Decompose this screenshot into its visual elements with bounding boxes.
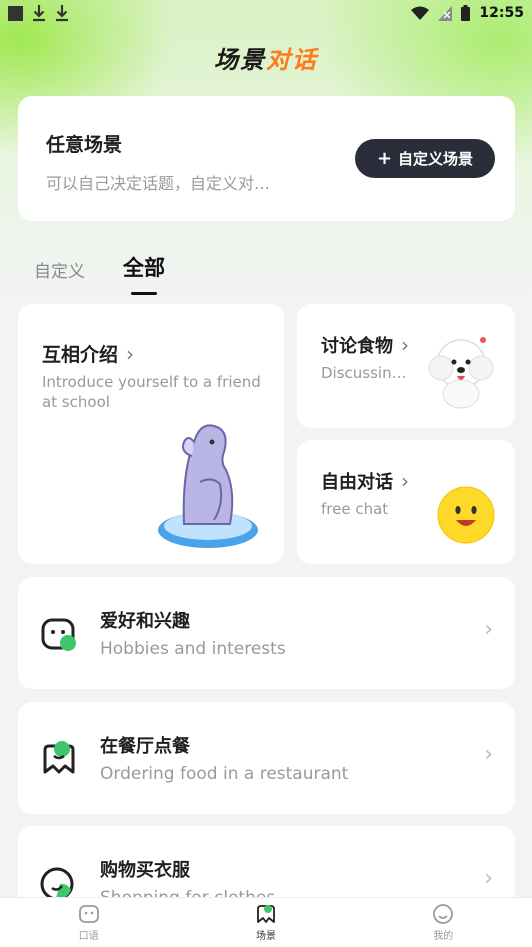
- tab-all[interactable]: 全部: [123, 252, 165, 295]
- speaking-icon: [78, 905, 99, 923]
- food-scene-title: 讨论食物 ›: [321, 333, 409, 357]
- nav-scene-label: 场景: [255, 931, 276, 942]
- dog-illustration: [428, 337, 494, 409]
- tab-custom[interactable]: 自定义: [34, 257, 85, 282]
- any-scene-title: 任意场景: [46, 134, 123, 156]
- list-item[interactable]: 爱好和兴趣 Hobbies and interests ›: [18, 577, 515, 689]
- list-item-title: 在餐厅点餐: [100, 736, 190, 757]
- dining-icon: [43, 741, 75, 774]
- wifi-icon: [411, 6, 430, 20]
- download-icon: [33, 5, 45, 22]
- chevron-right-icon: ›: [401, 469, 409, 493]
- status-time: 12:55: [479, 5, 524, 21]
- scene-tabs: 自定义 全部: [34, 252, 165, 295]
- scene-icon: [257, 905, 275, 923]
- intro-scene-subtitle: Introduce yourself to a friend at school: [42, 373, 261, 411]
- food-scene-card[interactable]: 讨论食物 › Discussing food: [297, 304, 515, 428]
- list-item[interactable]: 在餐厅点餐 Ordering food in a restaurant ›: [18, 702, 515, 814]
- battery-icon: [461, 5, 471, 21]
- list-item-subtitle: Hobbies and interests: [100, 639, 286, 659]
- free-chat-subtitle: free chat: [321, 500, 389, 518]
- custom-scene-button-label: 自定义场景: [398, 150, 474, 168]
- bottom-nav: 口语 场景 我的: [0, 897, 532, 947]
- food-scene-subtitle: Discussing food: [321, 364, 413, 382]
- notification-icon: [8, 5, 23, 21]
- chat-face-icon: [41, 618, 76, 651]
- list-item-title: 爱好和兴趣: [100, 611, 190, 632]
- free-chat-card[interactable]: 自由对话 › free chat: [297, 440, 515, 564]
- intro-scene-card[interactable]: 互相介绍 › Introduce yourself to a friend at…: [18, 304, 284, 564]
- chevron-right-icon: ›: [484, 742, 493, 767]
- nav-speaking[interactable]: 口语: [0, 898, 177, 947]
- nav-profile[interactable]: 我的: [355, 898, 532, 947]
- nav-scene[interactable]: 场景: [177, 898, 354, 947]
- chevron-right-icon: ›: [484, 866, 493, 891]
- status-bar: 12:55: [0, 0, 532, 26]
- any-scene-subtitle: 可以自己决定话题，自定义对…: [46, 174, 271, 193]
- list-item-subtitle: Ordering food in a restaurant: [100, 764, 349, 784]
- merlion-illustration: [158, 424, 258, 548]
- page-title: 场景对话: [214, 46, 318, 74]
- no-signal-icon: [438, 5, 453, 21]
- profile-icon: [433, 904, 454, 924]
- plus-icon: +: [376, 148, 393, 169]
- chevron-right-icon: ›: [401, 333, 409, 357]
- chevron-right-icon: ›: [484, 617, 493, 642]
- nav-speaking-label: 口语: [78, 931, 99, 942]
- free-chat-title: 自由对话 ›: [321, 469, 409, 493]
- chevron-right-icon: ›: [126, 341, 135, 366]
- any-scene-card[interactable]: 任意场景 可以自己决定话题，自定义对… + 自定义场景: [18, 96, 515, 221]
- custom-scene-button[interactable]: + 自定义场景: [355, 139, 495, 178]
- nav-profile-label: 我的: [433, 931, 454, 942]
- list-item-title: 购物买衣服: [100, 860, 190, 881]
- intro-scene-title: 互相介绍 ›: [42, 341, 135, 367]
- download-icon: [56, 5, 68, 22]
- smiley-illustration: [437, 486, 495, 544]
